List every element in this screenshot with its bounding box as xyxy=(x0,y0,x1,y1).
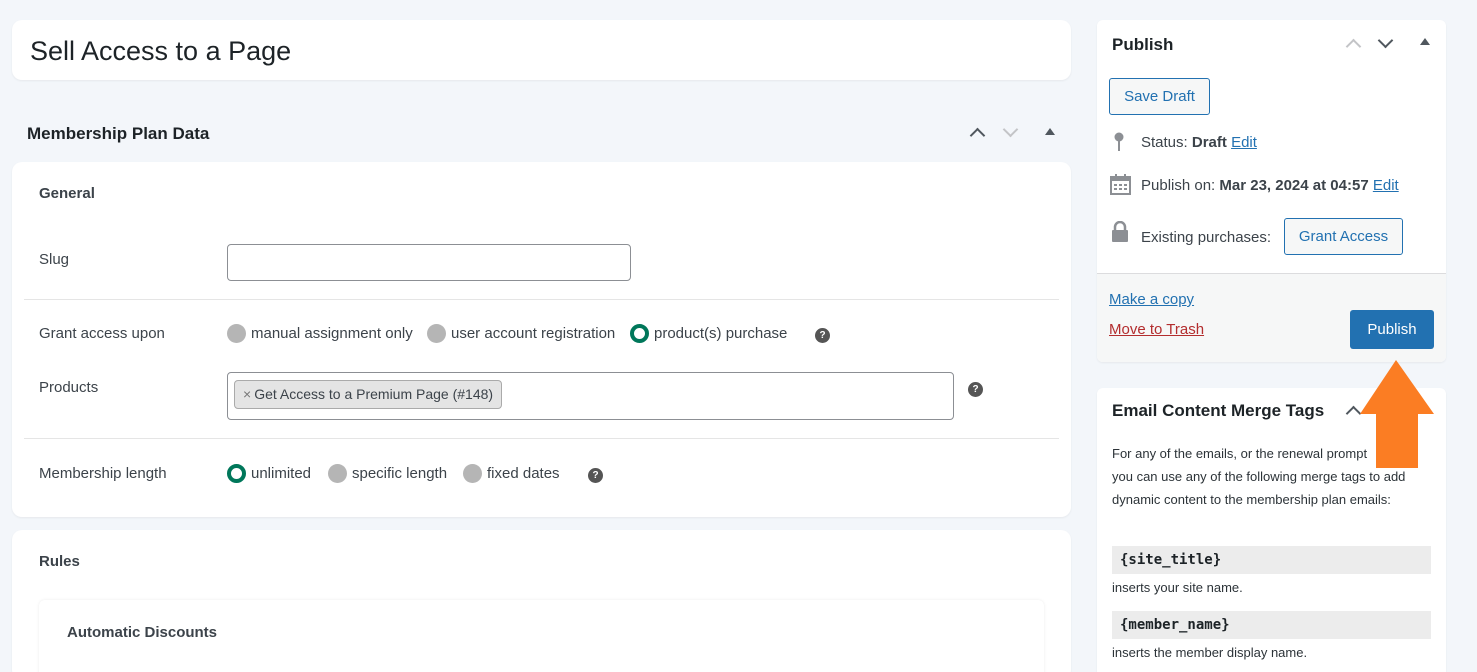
membership-plan-heading: Membership Plan Data xyxy=(27,124,210,143)
merge-tag-desc: inserts your site name. xyxy=(1112,580,1243,595)
save-draft-button[interactable]: Save Draft xyxy=(1109,78,1210,115)
publish-on-row: Publish on: Mar 23, 2024 at 04:57 Edit xyxy=(1141,177,1399,194)
radio-product-purchase[interactable] xyxy=(630,324,649,343)
radio-user-registration[interactable] xyxy=(427,324,446,343)
general-heading: General xyxy=(39,185,95,202)
radio-unlimited[interactable] xyxy=(227,464,246,483)
merge-tag-desc: inserts the member display name. xyxy=(1112,645,1308,660)
divider xyxy=(24,299,1059,300)
membership-length-label: Membership length xyxy=(39,465,167,482)
membership-plan-controls xyxy=(966,121,1066,146)
collapse-toggle-icon[interactable] xyxy=(1420,38,1430,45)
publish-actions: Make a copy Move to Trash Publish xyxy=(1097,273,1446,362)
slug-input[interactable] xyxy=(227,244,631,281)
radio-label-fixed-dates[interactable]: fixed dates xyxy=(487,465,560,482)
radio-label-manual-assignment[interactable]: manual assignment only xyxy=(251,325,413,342)
status-row: Status: Draft Edit xyxy=(1141,134,1257,151)
publish-on-label: Publish on: xyxy=(1141,177,1216,194)
calendar-icon xyxy=(1110,174,1131,195)
arrow-up-icon xyxy=(1360,360,1434,468)
collapse-toggle-icon[interactable] xyxy=(1045,128,1055,135)
post-title-box[interactable]: Sell Access to a Page xyxy=(12,20,1071,80)
publish-box: Publish Save Draft Status: Draft Edit Pu… xyxy=(1097,20,1446,362)
merge-tag-code: {member_name} xyxy=(1112,611,1431,639)
radio-label-specific-length[interactable]: specific length xyxy=(352,465,447,482)
make-copy-link[interactable]: Make a copy xyxy=(1109,291,1194,308)
general-panel: General Slug Grant access upon manual as… xyxy=(12,162,1071,517)
slug-label: Slug xyxy=(39,251,70,268)
move-up-icon[interactable] xyxy=(1345,38,1362,55)
radio-label-unlimited[interactable]: unlimited xyxy=(251,465,311,482)
divider xyxy=(24,438,1059,439)
help-icon[interactable]: ? xyxy=(588,468,603,483)
radio-label-product-purchase[interactable]: product(s) purchase xyxy=(654,325,787,342)
move-down-icon[interactable] xyxy=(1002,121,1019,138)
grant-access-button[interactable]: Grant Access xyxy=(1284,218,1403,255)
lock-icon xyxy=(1112,221,1128,242)
move-down-icon[interactable] xyxy=(1377,32,1394,49)
help-icon[interactable]: ? xyxy=(815,328,830,343)
product-tag-label: Get Access to a Premium Page (#148) xyxy=(254,386,494,402)
status-value: Draft xyxy=(1191,134,1227,151)
publish-button[interactable]: Publish xyxy=(1350,310,1434,349)
pin-icon xyxy=(1114,132,1124,151)
status-edit-link[interactable]: Edit xyxy=(1231,134,1257,151)
publish-on-edit-link[interactable]: Edit xyxy=(1373,177,1399,194)
radio-fixed-dates[interactable] xyxy=(463,464,482,483)
automatic-discounts-heading[interactable]: Automatic Discounts xyxy=(67,624,217,641)
remove-tag-icon[interactable]: × xyxy=(243,386,251,402)
products-select[interactable]: × Get Access to a Premium Page (#148) xyxy=(227,372,954,420)
merge-tag-code: {site_title} xyxy=(1112,546,1431,574)
help-icon[interactable]: ? xyxy=(968,382,983,397)
existing-purchases-label: Existing purchases: xyxy=(1141,229,1272,246)
merge-tags-heading: Email Content Merge Tags xyxy=(1112,401,1325,420)
post-title[interactable]: Sell Access to a Page xyxy=(30,36,291,67)
status-label: Status: xyxy=(1141,134,1188,151)
products-label: Products xyxy=(39,379,99,396)
move-up-icon[interactable] xyxy=(969,127,986,144)
radio-label-user-registration[interactable]: user account registration xyxy=(451,325,615,342)
grant-access-label: Grant access upon xyxy=(39,325,165,342)
rules-panel: Rules Automatic Discounts xyxy=(12,530,1071,672)
product-tag: × Get Access to a Premium Page (#148) xyxy=(234,380,503,409)
publish-on-value: Mar 23, 2024 at 04:57 xyxy=(1219,177,1369,194)
rules-heading: Rules xyxy=(39,553,80,570)
radio-specific-length[interactable] xyxy=(328,464,347,483)
automatic-discounts-box: Automatic Discounts xyxy=(39,600,1044,672)
move-to-trash-link[interactable]: Move to Trash xyxy=(1109,321,1204,338)
radio-manual-assignment[interactable] xyxy=(227,324,246,343)
publish-heading: Publish xyxy=(1112,35,1174,54)
